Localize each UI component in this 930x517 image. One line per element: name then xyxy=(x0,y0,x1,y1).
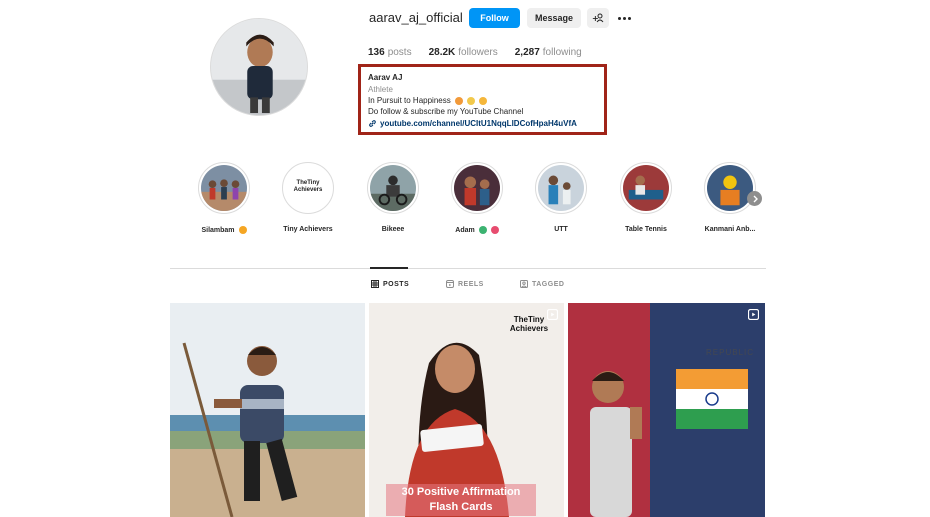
reel-indicator-icon xyxy=(748,309,759,320)
highlight-kanmani-thumbnail xyxy=(707,165,753,211)
post-thumbnail-3[interactable]: REPUBLIC xyxy=(568,303,765,517)
profile-stats: 136 posts 28.2K followers 2,287 following xyxy=(368,47,599,58)
bio-line-2: Do follow & subscribe my YouTube Channel xyxy=(368,107,524,116)
highlight-tiny-achievers-label: Tiny Achievers xyxy=(268,226,348,233)
more-options-icon[interactable] xyxy=(614,8,634,28)
highlights-next-button[interactable] xyxy=(747,191,762,206)
highlight-table-tennis-thumbnail xyxy=(623,165,669,211)
highlight-table-tennis-text: Table Tennis xyxy=(625,226,667,233)
message-button[interactable]: Message xyxy=(527,8,581,28)
post-1-image xyxy=(170,303,365,517)
follow-button[interactable]: Follow xyxy=(469,8,520,28)
post-2-caption: 30 Positive Affirmation Flash Cards xyxy=(386,484,536,516)
post-3-watermark: REPUBLIC xyxy=(706,348,755,357)
highlight-table-tennis-label: Table Tennis xyxy=(606,226,686,233)
bio-name: Aarav AJ xyxy=(368,73,403,82)
post-2-caption-line1: 30 Positive Affirmation xyxy=(401,486,521,498)
tab-reels[interactable]: REELS xyxy=(446,280,484,288)
highlight-tiny-achievers[interactable]: TheTiny Achievers Tiny Achievers xyxy=(268,162,348,233)
post-2-brand-line1: TheTiny xyxy=(513,315,545,324)
reels-icon xyxy=(446,280,454,288)
following-count: 2,287 xyxy=(514,47,540,58)
tabs-divider xyxy=(170,268,766,269)
raised-hands-emoji-icon xyxy=(454,96,463,105)
post-2-brand-logo: TheTiny Achievers xyxy=(504,315,554,333)
profile-photo xyxy=(211,19,307,115)
following-label: following xyxy=(542,47,582,58)
bio-line-1-text: In Pursuit to Happiness xyxy=(368,96,451,105)
bio-link[interactable]: youtube.com/channel/UCItU1NqqLlDCofHpaH4… xyxy=(368,119,577,128)
heart-eyes-emoji-icon xyxy=(490,226,499,234)
link-icon xyxy=(369,120,376,127)
followers-count: 28.2K xyxy=(428,47,456,58)
smile-emoji-icon xyxy=(479,96,488,105)
tiny-achievers-logo-line2: Achievers xyxy=(293,187,323,193)
profile-username: aarav_aj_official xyxy=(369,10,463,25)
green-heart-emoji-icon xyxy=(478,226,487,234)
posts-stat[interactable]: 136 posts xyxy=(368,47,412,58)
runner-emoji-icon xyxy=(467,96,476,105)
highlight-adam-label: Adam xyxy=(437,226,517,234)
chevron-right-icon xyxy=(753,195,758,202)
add-user-button[interactable]: + xyxy=(587,8,609,28)
tab-tagged-label: TAGGED xyxy=(532,280,565,288)
highlight-utt-thumbnail xyxy=(538,165,584,211)
highlight-adam-thumbnail xyxy=(454,165,500,211)
post-thumbnail-2[interactable]: TheTiny Achievers 30 Positive Affirmatio… xyxy=(369,303,564,517)
profile-avatar[interactable] xyxy=(210,18,308,116)
following-stat[interactable]: 2,287 following xyxy=(515,47,582,58)
highlight-utt-text: UTT xyxy=(554,226,568,233)
post-2-brand-line2: Achievers xyxy=(509,324,549,333)
posts-label: posts xyxy=(387,47,412,58)
highlight-adam-text: Adam xyxy=(455,226,475,234)
highlight-silambam-label: Silambam xyxy=(184,226,264,234)
highlight-kanmani-text: Kanmani Anb... xyxy=(704,226,756,233)
highlight-kanmani-label: Kanmani Anb... xyxy=(690,226,770,233)
highlight-utt-label: UTT xyxy=(521,226,601,233)
highlight-adam[interactable]: Adam xyxy=(437,162,517,234)
highlight-bikeee-text: Bikeee xyxy=(381,226,405,233)
tab-posts[interactable]: POSTS xyxy=(371,280,409,288)
medal-emoji-icon xyxy=(238,226,247,234)
highlight-bikeee-label: Bikeee xyxy=(353,226,433,233)
tab-tagged[interactable]: TAGGED xyxy=(520,280,564,288)
tab-posts-label: POSTS xyxy=(383,280,410,288)
highlight-silambam-text: Silambam xyxy=(201,226,235,234)
active-tab-indicator xyxy=(370,267,408,269)
bio-line-1: In Pursuit to Happiness xyxy=(368,96,488,105)
add-user-icon: + xyxy=(592,13,604,23)
followers-stat[interactable]: 28.2K followers xyxy=(429,47,498,58)
tagged-icon xyxy=(520,280,528,288)
bio-link-text: youtube.com/channel/UCItU1NqqLlDCofHpaH4… xyxy=(380,119,577,128)
bio-category: Athlete xyxy=(368,85,393,94)
post-2-caption-line2: Flash Cards xyxy=(429,501,493,513)
tiny-achievers-logo: TheTiny Achievers xyxy=(268,180,348,194)
posts-count: 136 xyxy=(368,47,385,58)
highlight-table-tennis[interactable]: Table Tennis xyxy=(606,162,686,233)
highlight-silambam-thumbnail xyxy=(201,165,247,211)
highlight-utt[interactable]: UTT xyxy=(521,162,601,233)
tab-reels-label: REELS xyxy=(458,280,484,288)
highlight-silambam[interactable]: Silambam xyxy=(184,162,264,234)
tiny-achievers-logo-line1: TheTiny xyxy=(296,180,320,186)
highlight-tiny-achievers-text: Tiny Achievers xyxy=(283,226,333,233)
post-3-image xyxy=(568,303,765,517)
followers-label: followers xyxy=(458,47,498,58)
highlight-bikeee-thumbnail xyxy=(370,165,416,211)
highlight-bikeee[interactable]: Bikeee xyxy=(353,162,433,233)
grid-icon xyxy=(371,280,379,288)
post-thumbnail-1[interactable] xyxy=(170,303,365,517)
